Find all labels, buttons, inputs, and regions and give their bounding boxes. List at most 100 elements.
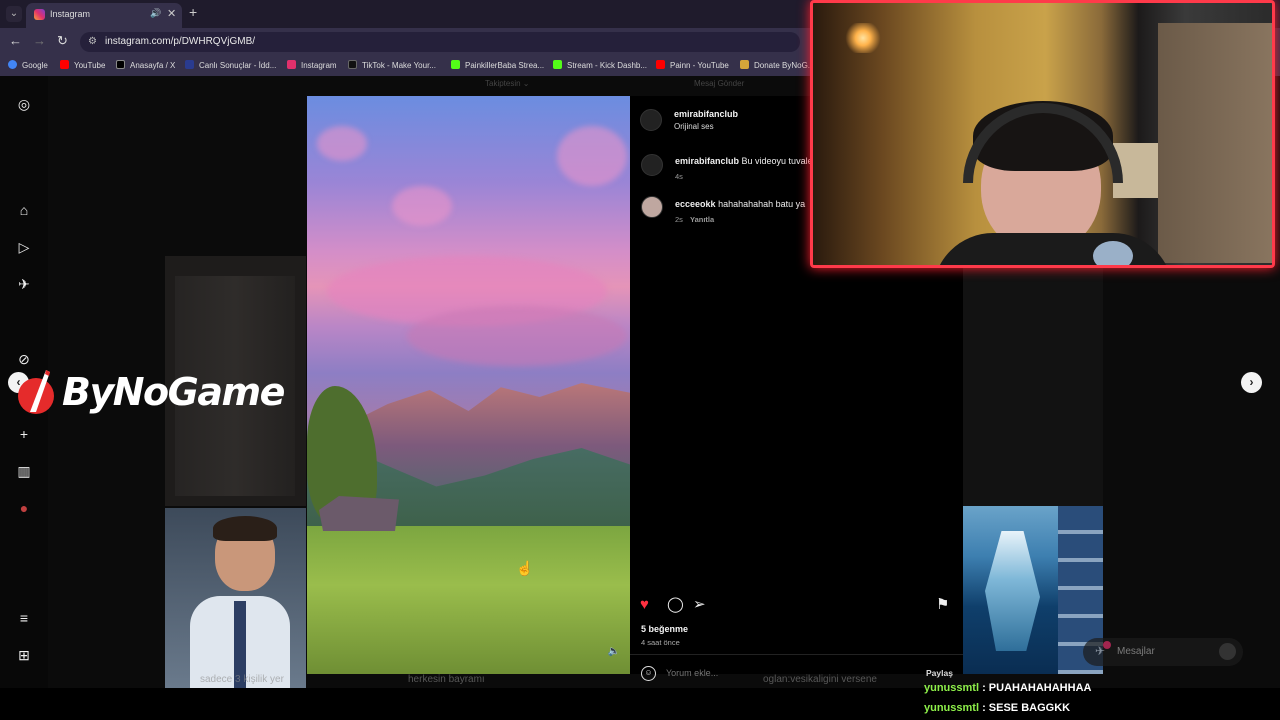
post-video[interactable]: 🔈 <box>307 96 630 674</box>
speaker-icon[interactable]: 🔊 <box>150 8 161 19</box>
author-avatar[interactable] <box>640 109 662 131</box>
messages-pill[interactable]: ✈ Mesajlar <box>1083 638 1243 666</box>
kick-icon <box>451 60 460 69</box>
back-arrow-icon[interactable]: ← <box>9 34 22 48</box>
bookmark-google[interactable]: Google <box>8 60 48 70</box>
cloud <box>317 126 367 161</box>
reply-button[interactable]: Yanıtla <box>690 215 714 224</box>
logo-text: ByNoGame <box>62 370 285 414</box>
bookmark-painkillerbaba[interactable]: PainkillerBaba Strea... <box>451 60 544 70</box>
background-post-thumbnail <box>963 256 1103 506</box>
chat-username: yunussmtl <box>924 702 980 714</box>
comment-body: hahahahahah batu ya <box>718 199 806 209</box>
video-caption: sadece 3 kişilik yer <box>200 674 284 685</box>
send-message-button[interactable]: Mesaj Gönder <box>694 79 744 88</box>
forward-arrow-icon[interactable]: → <box>33 34 46 48</box>
bookmark-tiktok[interactable]: TikTok - Make Your... <box>348 60 436 70</box>
profile-avatar-icon[interactable]: ● <box>16 500 32 516</box>
messages-label: Mesajlar <box>1117 646 1155 657</box>
comment-time: 4s <box>675 172 683 181</box>
grass-field <box>307 526 630 674</box>
tab-search-button[interactable]: ⌄ <box>6 6 22 22</box>
site-info-icon[interactable]: ⚙ <box>88 36 97 47</box>
microphone <box>1093 241 1133 265</box>
bynogame-logo-icon <box>18 370 54 414</box>
hand-cursor-icon: ☝ <box>516 560 534 576</box>
heart-icon[interactable]: ♥ <box>640 596 649 614</box>
instagram-favicon-icon <box>34 9 45 20</box>
chat-text: PUAHAHAHAHHAA <box>988 682 1092 694</box>
google-icon <box>8 60 17 69</box>
man-hair <box>213 516 277 541</box>
bookmark-label: Donate ByNoG... <box>754 61 815 70</box>
like-count[interactable]: 5 beğenme <box>641 624 688 634</box>
address-bar[interactable]: ⚙ instagram.com/p/DWHRQVjGMB/ <box>80 32 800 52</box>
comment-body: Bu videoyu tuvale <box>741 156 813 166</box>
audio-label[interactable]: Orijinal ses <box>674 122 714 131</box>
comment-icon[interactable]: ◯ <box>667 596 684 614</box>
home-icon[interactable]: ⌂ <box>16 202 32 218</box>
bookmark-label: TikTok - Make Your... <box>362 61 436 70</box>
following-button[interactable]: Takiptesin ⌄ <box>485 79 530 88</box>
close-icon[interactable]: ✕ <box>167 7 176 20</box>
share-icon[interactable]: ➢ <box>693 596 706 614</box>
comment-avatar[interactable] <box>641 154 663 176</box>
bookmark-icon[interactable]: ⚑ <box>936 596 949 614</box>
next-post-button[interactable]: › <box>1241 372 1262 393</box>
unread-badge <box>1103 641 1111 649</box>
comment-time: 2s <box>675 215 683 224</box>
create-icon[interactable]: + <box>16 426 32 442</box>
bookmark-x[interactable]: Anasayfa / X <box>116 60 175 70</box>
bookmark-canli-sonuclar[interactable]: Canlı Sonuçlar - İdd... <box>185 60 276 70</box>
messages-icon[interactable]: ✈ <box>16 276 32 292</box>
bookmark-label: Painn - YouTube <box>670 61 729 70</box>
webcam-door <box>1158 23 1272 263</box>
volume-icon[interactable]: 🔈 <box>607 646 621 660</box>
post-author[interactable]: emirabifanclub <box>674 109 738 119</box>
browser-tab[interactable]: Instagram 🔊 ✕ <box>26 3 182 28</box>
comment-text: emirabifanclub Bu videoyu tuvale <box>675 156 813 166</box>
stream-overlay-bottom: sadece 3 kişilik yer herkesin bayramı og… <box>0 674 1280 720</box>
kick-icon <box>553 60 562 69</box>
bookmark-painn-youtube[interactable]: Painn - YouTube <box>656 60 729 70</box>
bookmark-label: Google <box>22 61 48 70</box>
youtube-icon <box>656 60 665 69</box>
bookmark-label: Canlı Sonuçlar - İdd... <box>199 61 277 70</box>
comment-text: ecceeokk hahahahahah batu ya <box>675 199 805 209</box>
explore-icon[interactable]: ⊘ <box>16 351 32 367</box>
reload-icon[interactable]: ↻ <box>57 34 68 48</box>
comment-avatar[interactable] <box>641 196 663 218</box>
tab-title: Instagram <box>50 9 91 19</box>
fairy-lights <box>843 23 883 53</box>
bookmark-label: YouTube <box>74 61 106 70</box>
bookmark-label: PainkillerBaba Strea... <box>465 61 545 70</box>
comment-user[interactable]: emirabifanclub <box>675 156 739 166</box>
cloud <box>407 306 627 366</box>
cloud <box>392 186 452 226</box>
emoji-icon[interactable]: ☺ <box>641 666 656 681</box>
bookmark-donate-bynogame[interactable]: Donate ByNoG... <box>740 60 814 70</box>
bookmark-youtube[interactable]: YouTube <box>60 60 105 70</box>
streamer-body <box>933 233 1173 265</box>
reels-icon[interactable]: ▷ <box>16 239 32 255</box>
chat-message: yunussmtl : SESE BAGGKK <box>924 702 1071 714</box>
bookmark-kick-dashboard[interactable]: Stream - Kick Dashb... <box>553 60 647 70</box>
video-caption: herkesin bayramı <box>408 674 485 685</box>
url-text[interactable]: instagram.com/p/DWHRQVjGMB/ <box>105 36 255 47</box>
instagram-logo-icon[interactable]: ◎ <box>16 96 32 112</box>
bookmark-label: Stream - Kick Dashb... <box>567 61 648 70</box>
bookmark-label: Anasayfa / X <box>130 61 176 70</box>
bookmark-instagram[interactable]: Instagram <box>287 60 337 70</box>
instagram-icon <box>287 60 296 69</box>
more-menu-icon[interactable]: ≡ <box>16 610 32 626</box>
post-comment-button[interactable]: Paylaş <box>926 668 953 678</box>
new-tab-button[interactable]: + <box>189 5 197 19</box>
chat-username: yunussmtl <box>924 682 980 694</box>
comment-user[interactable]: ecceeokk <box>675 199 716 209</box>
dashboard-icon[interactable]: ▥ <box>16 463 32 479</box>
chat-text: SESE BAGGKK <box>988 702 1071 714</box>
tiktok-icon <box>348 60 357 69</box>
chat-message: yunussmtl : PUAHAHAHAHHAA <box>924 682 1092 694</box>
post-time: 4 saat önce <box>641 638 680 647</box>
meta-apps-icon[interactable]: ⊞ <box>16 647 32 663</box>
